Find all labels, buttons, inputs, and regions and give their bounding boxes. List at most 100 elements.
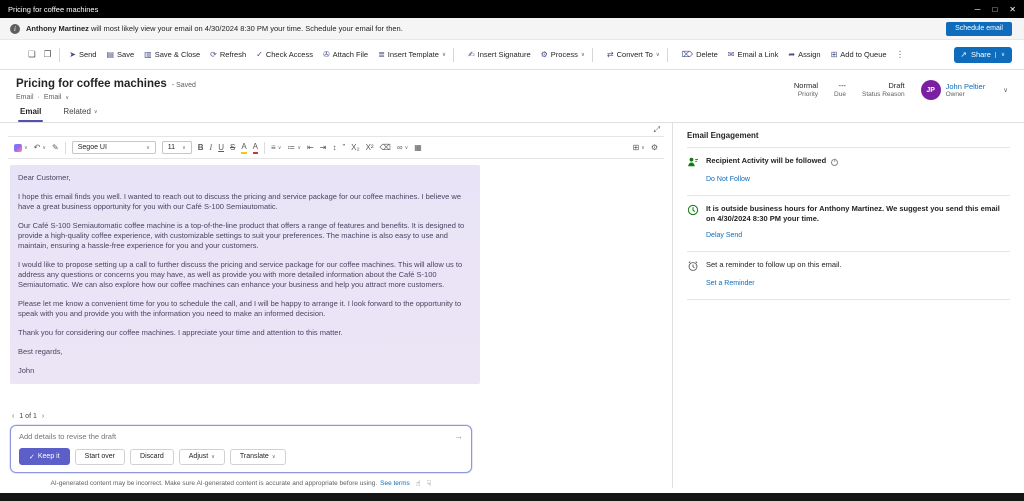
delete-button[interactable]: ⌦ Delete xyxy=(677,44,723,66)
maximize-button[interactable]: □ xyxy=(992,5,997,14)
underline-icon[interactable]: U xyxy=(218,143,224,153)
schedule-email-button[interactable]: Schedule email xyxy=(946,22,1012,36)
insert-signature-icon: ✍ xyxy=(468,50,475,59)
chevron-down-icon[interactable]: ∨ xyxy=(442,52,446,58)
close-button[interactable]: ✕ xyxy=(1009,5,1016,14)
tab-email[interactable]: Email xyxy=(18,103,43,122)
check-access-button[interactable]: ✓ Check Access xyxy=(251,44,318,66)
header-expand-chevron-icon[interactable]: ∨ xyxy=(1003,86,1008,94)
ai-draft-email-body[interactable]: Dear Customer, I hope this email finds y… xyxy=(10,165,480,384)
highlight-color-icon[interactable]: A xyxy=(241,142,246,154)
minimize-button[interactable]: ─ xyxy=(975,5,981,14)
editor-settings-icon[interactable]: ⚙ xyxy=(651,143,658,153)
chevron-down-icon: ∨ xyxy=(42,143,46,153)
adjust-button[interactable]: Adjust ∨ xyxy=(179,449,225,465)
share-button[interactable]: ↗ Share ∨ xyxy=(954,47,1012,63)
convert-to-button[interactable]: ⇄ Convert To ∨ xyxy=(602,44,677,66)
blockquote-icon[interactable]: ” xyxy=(342,143,345,153)
see-terms-link[interactable]: See terms xyxy=(380,480,410,487)
clear-format-icon[interactable]: ⌫ xyxy=(380,143,391,153)
info-icon[interactable]: i xyxy=(831,159,838,166)
breadcrumb-entity[interactable]: Email xyxy=(16,94,34,101)
check-access-icon: ✓ xyxy=(256,50,263,59)
refresh-button[interactable]: ⟳ Refresh xyxy=(205,44,251,66)
share-icon: ↗ xyxy=(961,50,967,59)
owner-field[interactable]: JP John Peltier Owner xyxy=(921,80,986,100)
tab-related[interactable]: Related ∨ xyxy=(61,103,99,122)
send-prompt-icon[interactable]: → xyxy=(454,431,463,441)
popout-icon[interactable]: ❐ xyxy=(40,49,56,60)
discard-button[interactable]: Discard xyxy=(130,449,174,465)
engagement-text: It is outside business hours for Anthony… xyxy=(706,204,1010,224)
chevron-down-icon[interactable]: ∨ xyxy=(581,52,585,58)
do-not-follow-link[interactable]: Do Not Follow xyxy=(706,176,750,183)
toolbar-button-label: Insert Signature xyxy=(478,50,531,59)
save-and-close-button[interactable]: ▥ Save & Close xyxy=(139,44,205,66)
format-painter-icon[interactable]: ✎ xyxy=(52,143,59,153)
keep-it-button[interactable]: ✓ Keep it xyxy=(19,448,70,465)
chevron-down-icon[interactable]: ∨ xyxy=(656,52,660,58)
engagement-text: Recipient Activity will be followed i xyxy=(706,156,838,166)
decrease-indent-icon[interactable]: ⇤ xyxy=(307,143,314,153)
font-family-select[interactable]: Segoe UI ∨ xyxy=(72,141,156,154)
line-spacing-icon[interactable]: ↕ xyxy=(332,143,336,153)
owner-name[interactable]: John Peltier xyxy=(946,82,986,91)
assign-icon: ➦ xyxy=(788,50,795,59)
expand-editor-icon[interactable]: ⤢ xyxy=(654,125,660,135)
chevron-down-icon[interactable]: ∨ xyxy=(65,95,69,101)
start-over-button[interactable]: Start over xyxy=(75,449,125,465)
strikethrough-icon[interactable]: S xyxy=(230,143,235,153)
thumbs-down-icon[interactable]: ☟ xyxy=(427,479,432,488)
copilot-icon xyxy=(14,144,22,152)
numbered-list-icon[interactable]: ≔ ∨ xyxy=(287,143,301,153)
previous-draft-icon[interactable]: ‹ xyxy=(12,413,14,420)
chevron-down-icon[interactable]: ∨ xyxy=(995,52,1005,58)
status-reason-value: Draft xyxy=(862,81,905,90)
copilot-menu[interactable]: ∨ xyxy=(14,143,28,153)
bullet-list-icon[interactable]: ≡ ∨ xyxy=(271,143,281,153)
owner-label: Owner xyxy=(946,91,986,98)
link-icon[interactable]: ∞ ∨ xyxy=(397,143,408,153)
email-a-link-button[interactable]: ✉ Email a Link xyxy=(723,44,784,66)
insert-signature-button[interactable]: ✍ Insert Signature xyxy=(463,44,536,66)
collapse-pane-icon[interactable]: ❏ xyxy=(24,49,40,60)
recipient-name: Anthony Martinez xyxy=(26,24,89,33)
discard-label: Discard xyxy=(140,453,164,460)
attach-file-button[interactable]: ✇ Attach File xyxy=(318,44,373,66)
table-icon[interactable]: ⊞ ∨ xyxy=(632,143,644,153)
delay-send-link[interactable]: Delay Send xyxy=(706,232,742,239)
superscript-icon[interactable]: X² xyxy=(366,143,374,153)
bold-icon[interactable]: B xyxy=(198,143,204,153)
icon-glyph: ⚙ xyxy=(651,143,658,153)
icon-glyph: ⇤ xyxy=(307,143,314,153)
toolbar-button-label: Insert Template xyxy=(388,50,439,59)
more-commands-icon[interactable]: ⋮ xyxy=(892,49,909,60)
add-to-queue-icon: ⊞ xyxy=(831,50,838,59)
image-icon[interactable]: ▦ xyxy=(414,143,422,153)
clock-icon xyxy=(687,204,699,216)
assign-button[interactable]: ➦ Assign xyxy=(783,44,825,66)
start-over-label: Start over xyxy=(85,453,115,460)
draft-paragraph: Best regards, xyxy=(18,347,472,357)
process-button[interactable]: ⚙ Process ∨ xyxy=(536,44,602,66)
insert-template-button[interactable]: ≣ Insert Template ∨ xyxy=(373,44,463,66)
set-a-reminder-link[interactable]: Set a Reminder xyxy=(706,280,755,287)
engagement-item-reminder: Set a reminder to follow up on this emai… xyxy=(687,252,1010,300)
next-draft-icon[interactable]: › xyxy=(42,413,44,420)
add-to-queue-button[interactable]: ⊞ Add to Queue xyxy=(826,44,892,66)
thumbs-up-icon[interactable]: ☝ xyxy=(416,479,421,488)
font-color-icon[interactable]: A xyxy=(253,142,258,154)
send-button[interactable]: ➤ Send xyxy=(64,44,101,66)
subscript-icon[interactable]: X₂ xyxy=(351,143,359,153)
save-button[interactable]: ▤ Save xyxy=(101,44,139,66)
draft-paragraph: I hope this email finds you well. I want… xyxy=(18,192,472,212)
font-size-select[interactable]: 11 ∨ xyxy=(162,141,192,154)
increase-indent-icon[interactable]: ⇥ xyxy=(320,143,327,153)
italic-icon[interactable]: I xyxy=(210,143,213,153)
breadcrumb-form[interactable]: Email xyxy=(44,94,62,101)
translate-button[interactable]: Translate ∨ xyxy=(230,449,286,465)
undo-menu[interactable]: ↶ ∨ xyxy=(34,143,46,153)
window-titlebar: Pricing for coffee machines ─ □ ✕ xyxy=(0,0,1024,18)
chevron-down-icon: ∨ xyxy=(278,143,282,153)
copilot-revise-input[interactable] xyxy=(19,432,448,441)
